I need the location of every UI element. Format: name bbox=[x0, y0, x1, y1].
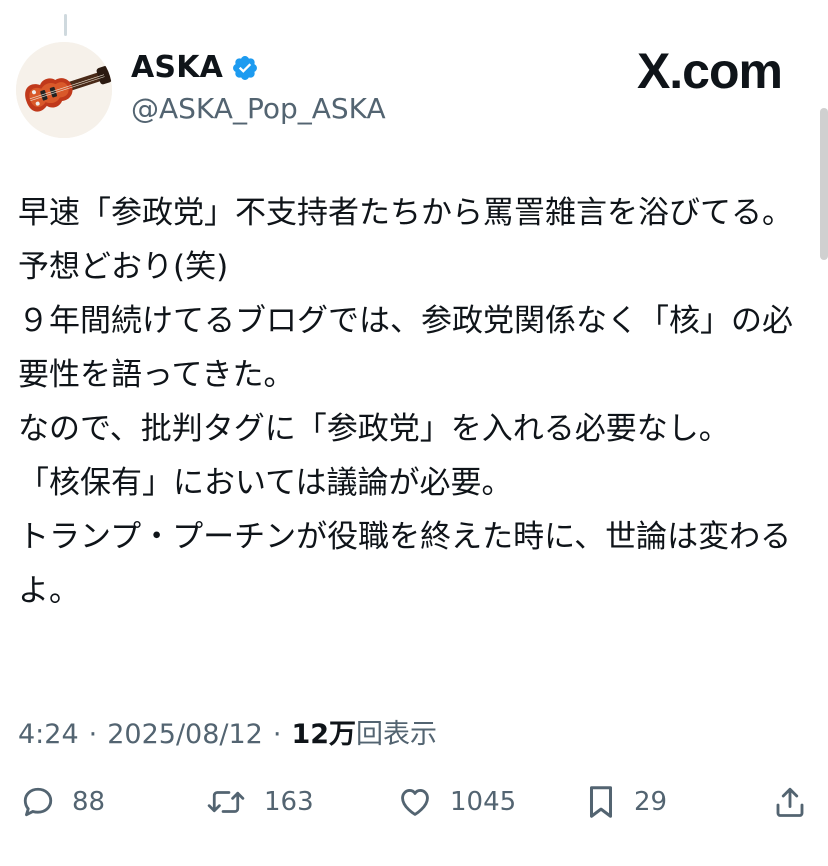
tweet-line: なので、批判タグに「参政党」を入れる必要なし。 bbox=[18, 411, 730, 447]
thread-connector-line bbox=[64, 14, 67, 36]
author-display-name-row[interactable]: ASKA bbox=[131, 50, 259, 85]
meta-separator: · bbox=[272, 719, 282, 750]
tweet-line: ９年間続けてるブログでは、参政党関係なく「核」の必要性を語ってきた。 bbox=[18, 303, 793, 393]
like-button[interactable]: 1045 bbox=[396, 772, 516, 832]
reply-count: 88 bbox=[72, 787, 106, 817]
tweet-line: トランプ・プーチンが役職を終えた時に、世論は変わるよ。 bbox=[18, 519, 792, 609]
share-icon bbox=[776, 787, 804, 817]
author-display-name[interactable]: ASKA bbox=[131, 50, 223, 85]
tweet-line: 「核保有」においては議論が必要。 bbox=[18, 465, 513, 501]
guitar-avatar-icon bbox=[16, 42, 112, 138]
like-count: 1045 bbox=[450, 787, 517, 817]
views-count: 12万 bbox=[291, 719, 357, 750]
heart-icon bbox=[401, 789, 429, 816]
tweet-line: 予想どおり(笑) bbox=[18, 249, 229, 285]
x-com-logo: X.com bbox=[636, 43, 783, 99]
tweet-date[interactable]: 2025/08/12 bbox=[107, 719, 263, 750]
tweet-text: 早速「参政党」不支持者たちから罵詈雑言を浴びてる。 予想どおり(笑) ９年間続け… bbox=[18, 186, 808, 618]
tweet-time[interactable]: 4:24 bbox=[18, 719, 79, 750]
share-button[interactable] bbox=[772, 772, 808, 832]
retweet-icon bbox=[207, 791, 245, 813]
avatar[interactable] bbox=[16, 42, 112, 138]
tweet-metadata: 4:24 · 2025/08/12 · 12万 回表示 bbox=[18, 712, 437, 751]
bookmark-button[interactable]: 29 bbox=[584, 772, 667, 832]
verified-badge-icon bbox=[233, 55, 258, 80]
scrollbar[interactable] bbox=[820, 108, 828, 260]
tweet-line: 早速「参政党」不支持者たちから罵詈雑言を浴びてる。 bbox=[18, 195, 793, 231]
reply-button[interactable]: 88 bbox=[20, 772, 105, 832]
views-label: 回表示 bbox=[356, 719, 438, 750]
meta-separator: · bbox=[88, 719, 98, 750]
author-handle[interactable]: @ASKA_Pop_ASKA bbox=[131, 92, 386, 125]
retweet-button[interactable]: 163 bbox=[204, 772, 314, 832]
retweet-count: 163 bbox=[264, 787, 314, 817]
reply-icon bbox=[23, 787, 53, 817]
bookmark-icon bbox=[589, 786, 613, 818]
tweet-action-bar: 88 163 1045 29 bbox=[0, 772, 828, 832]
bookmark-count: 29 bbox=[634, 787, 668, 817]
